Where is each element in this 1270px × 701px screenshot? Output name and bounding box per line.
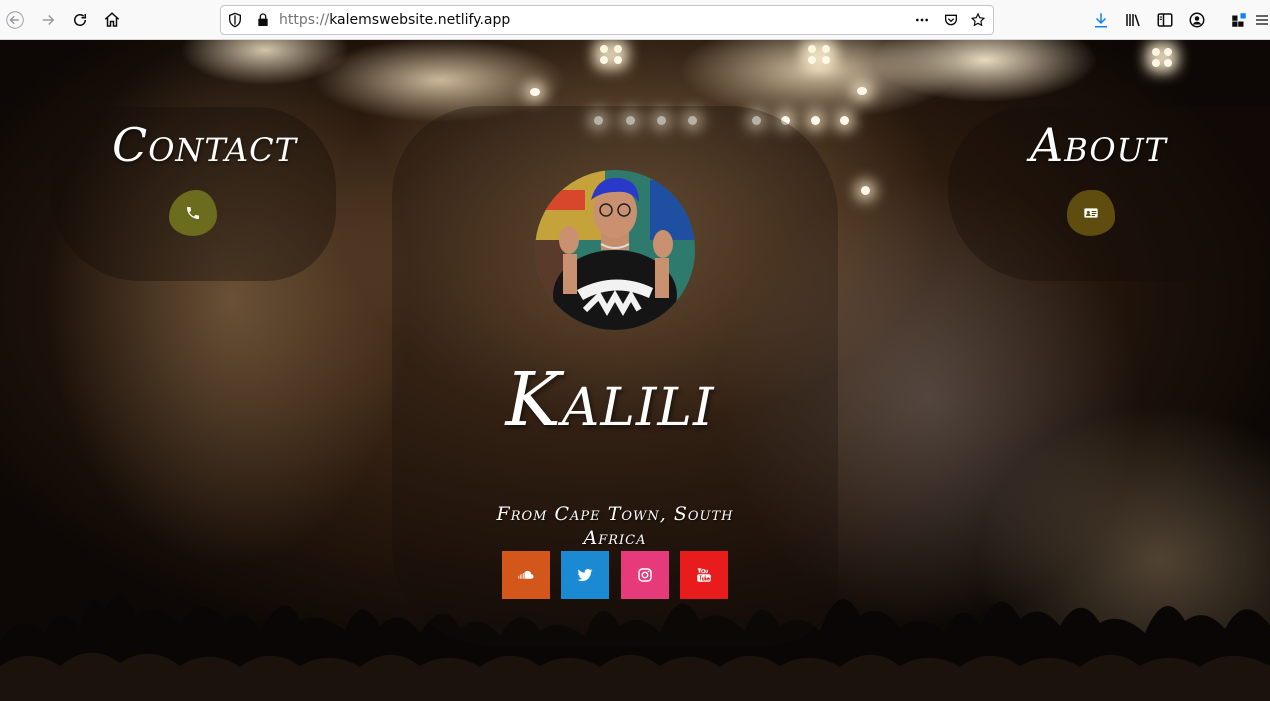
sidebar-icon[interactable] — [1152, 7, 1178, 33]
more-icon[interactable] — [913, 11, 931, 29]
download-icon[interactable] — [1088, 7, 1114, 33]
home-icon[interactable] — [99, 7, 125, 33]
menu-icon[interactable] — [1254, 7, 1270, 33]
youtube-icon — [697, 568, 711, 582]
account-icon[interactable] — [1184, 7, 1210, 33]
pocket-icon[interactable] — [942, 11, 960, 29]
reload-icon[interactable] — [67, 7, 93, 33]
instagram-icon — [638, 568, 652, 582]
url-bar[interactable]: https://kalemswebsite.netlify.app — [220, 5, 994, 35]
twitter-button[interactable] — [561, 551, 609, 599]
url-prefix: https:// — [279, 12, 330, 28]
url-host: kalemswebsite.netlify.app — [329, 12, 511, 28]
id-card-icon — [1084, 208, 1098, 218]
artist-name: Kalili — [505, 357, 715, 443]
youtube-button[interactable] — [680, 551, 728, 599]
hero-section: Contact About Kalili From Cape Town, Sou… — [0, 40, 1270, 701]
lock-icon[interactable] — [254, 11, 272, 29]
location-text: From Cape Town, South Africa — [496, 503, 734, 549]
shield-icon[interactable] — [226, 11, 244, 29]
twitter-icon — [577, 568, 593, 582]
instagram-button[interactable] — [621, 551, 669, 599]
back-icon[interactable] — [2, 7, 28, 33]
about-button[interactable] — [1067, 190, 1115, 236]
url-text[interactable]: https://kalemswebsite.netlify.app — [279, 12, 510, 28]
phone-icon — [187, 207, 199, 219]
soundcloud-button[interactable] — [502, 551, 550, 599]
library-icon[interactable] — [1120, 7, 1146, 33]
star-icon[interactable] — [969, 11, 987, 29]
extensions-icon[interactable] — [1226, 7, 1252, 33]
contact-link[interactable]: Contact — [112, 120, 297, 170]
about-link[interactable]: About — [1030, 120, 1167, 170]
avatar — [535, 170, 695, 330]
browser-toolbar: https://kalemswebsite.netlify.app — [0, 0, 1270, 40]
soundcloud-icon — [518, 570, 534, 579]
forward-icon[interactable] — [35, 7, 61, 33]
